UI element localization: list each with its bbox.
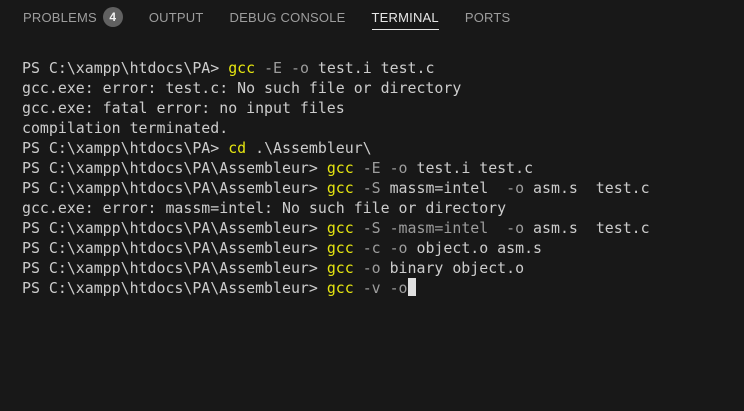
command-flag: -o: [506, 179, 525, 197]
tab-problems-label: PROBLEMS: [23, 9, 97, 25]
terminal-line: gcc.exe: error: massm=intel: No such fil…: [22, 198, 744, 218]
command-flag: -S: [362, 219, 381, 237]
command-name: gcc: [228, 59, 256, 77]
command-arg: [255, 59, 264, 77]
command-flag: -o: [389, 159, 408, 177]
prompt: PS C:\xampp\htdocs\PA\Assembleur>: [22, 259, 327, 277]
tab-debug-console-label: DEBUG CONSOLE: [229, 9, 346, 25]
command-arg: binary object.o: [380, 259, 525, 277]
command-arg: [354, 179, 363, 197]
command-arg: asm.s test.c: [524, 179, 650, 197]
command-arg: [381, 219, 390, 237]
prompt: PS C:\xampp\htdocs\PA\Assembleur>: [22, 279, 327, 297]
command-arg: asm.s test.c: [524, 219, 650, 237]
output-text: compilation terminated.: [22, 119, 229, 137]
command-arg: object.o asm.s: [407, 239, 543, 257]
command-arg: [381, 279, 390, 297]
output-text: gcc.exe: error: massm=intel: No such fil…: [22, 199, 507, 217]
command-flag: -E: [362, 159, 381, 177]
terminal-line: PS C:\xampp\htdocs\PA> cd .\Assembleur\: [22, 138, 744, 158]
command-name: gcc: [326, 259, 354, 277]
command-name: cd: [228, 139, 247, 157]
command-flag: -o: [362, 259, 381, 277]
command-flag: -S: [362, 179, 381, 197]
prompt: PS C:\xampp\htdocs\PA>: [22, 139, 229, 157]
tab-terminal-label: TERMINAL: [371, 9, 439, 25]
tab-ports[interactable]: PORTS: [452, 0, 524, 34]
text-cursor: [407, 278, 416, 296]
command-arg: [354, 279, 363, 297]
terminal-output[interactable]: PS C:\xampp\htdocs\PA> gcc -E -o test.i …: [22, 58, 744, 298]
command-name: gcc: [326, 279, 354, 297]
prompt: PS C:\xampp\htdocs\PA>: [22, 59, 229, 77]
tab-ports-label: PORTS: [464, 9, 511, 25]
command-arg: [282, 59, 291, 77]
command-arg: [381, 159, 390, 177]
tab-output[interactable]: OUTPUT: [136, 0, 217, 34]
terminal-line: PS C:\xampp\htdocs\PA\Assembleur> gcc -S…: [22, 218, 744, 238]
output-text: gcc.exe: fatal error: no input files: [22, 99, 345, 117]
output-text: gcc.exe: error: test.c: No such file or …: [22, 79, 462, 97]
command-flag: -E: [264, 59, 283, 77]
terminal-line: PS C:\xampp\htdocs\PA\Assembleur> gcc -c…: [22, 238, 744, 258]
command-arg: [488, 219, 506, 237]
tab-debug-console[interactable]: DEBUG CONSOLE: [217, 0, 359, 34]
command-arg: [381, 239, 390, 257]
command-flag: -masm=intel: [389, 219, 489, 237]
command-arg: test.i test.c: [407, 159, 534, 177]
tab-terminal[interactable]: TERMINAL: [359, 0, 452, 34]
command-name: gcc: [326, 219, 354, 237]
command-flag: -o: [389, 279, 408, 297]
command-flag: -o: [290, 59, 309, 77]
command-flag: -c: [362, 239, 381, 257]
terminal-line: PS C:\xampp\htdocs\PA\Assembleur> gcc -v…: [22, 278, 744, 298]
command-name: gcc: [326, 159, 354, 177]
command-arg: .\Assembleur\: [246, 139, 372, 157]
command-arg: massm=intel: [380, 179, 507, 197]
problems-count-badge: 4: [102, 7, 123, 27]
terminal-panel: PROBLEMS 4 OUTPUT DEBUG CONSOLE TERMINAL…: [0, 0, 744, 411]
terminal-line: gcc.exe: fatal error: no input files: [22, 98, 744, 118]
command-arg: [354, 239, 363, 257]
prompt: PS C:\xampp\htdocs\PA\Assembleur>: [22, 159, 327, 177]
command-name: gcc: [326, 179, 354, 197]
terminal-line: PS C:\xampp\htdocs\PA> gcc -E -o test.i …: [22, 58, 744, 78]
command-flag: -v: [362, 279, 381, 297]
tab-problems[interactable]: PROBLEMS 4: [10, 0, 136, 34]
command-name: gcc: [326, 239, 354, 257]
terminal-line: compilation terminated.: [22, 118, 744, 138]
prompt: PS C:\xampp\htdocs\PA\Assembleur>: [22, 179, 327, 197]
prompt: PS C:\xampp\htdocs\PA\Assembleur>: [22, 239, 327, 257]
terminal-line: PS C:\xampp\htdocs\PA\Assembleur> gcc -o…: [22, 258, 744, 278]
terminal-line: PS C:\xampp\htdocs\PA\Assembleur> gcc -E…: [22, 158, 744, 178]
command-flag: -o: [506, 219, 525, 237]
prompt: PS C:\xampp\htdocs\PA\Assembleur>: [22, 219, 327, 237]
command-arg: [354, 259, 363, 277]
command-arg: [354, 159, 363, 177]
command-flag: -o: [389, 239, 408, 257]
terminal-line: PS C:\xampp\htdocs\PA\Assembleur> gcc -S…: [22, 178, 744, 198]
terminal-line: gcc.exe: error: test.c: No such file or …: [22, 78, 744, 98]
command-arg: [354, 219, 363, 237]
tab-output-label: OUTPUT: [148, 9, 204, 25]
command-arg: test.i test.c: [308, 59, 435, 77]
panel-tab-bar: PROBLEMS 4 OUTPUT DEBUG CONSOLE TERMINAL…: [0, 0, 744, 34]
